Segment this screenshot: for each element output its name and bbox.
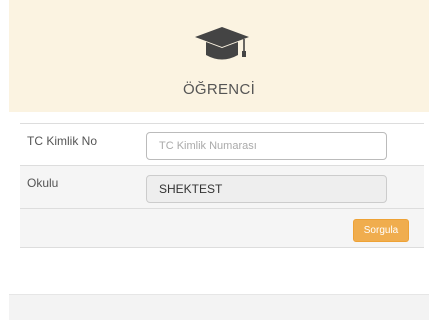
sorgula-button[interactable]: Sorgula [353, 219, 409, 242]
school-label: Okulu [27, 176, 59, 190]
form-panel: TC Kimlik No Okulu SHEKTEST Sorgula [9, 112, 429, 320]
school-field: SHEKTEST [146, 175, 387, 203]
tc-label: TC Kimlik No [27, 134, 98, 148]
student-header: ÖĞRENCİ [9, 0, 429, 112]
footer-bar [9, 294, 429, 320]
tc-row: TC Kimlik No [20, 123, 424, 165]
page-title: ÖĞRENCİ [182, 81, 256, 98]
query-form: TC Kimlik No Okulu SHEKTEST Sorgula [20, 123, 424, 248]
actions-row: Sorgula [20, 208, 424, 248]
tc-kimlik-input[interactable] [146, 132, 387, 160]
school-row: Okulu SHEKTEST [20, 165, 424, 208]
graduation-cap-icon [195, 27, 249, 60]
